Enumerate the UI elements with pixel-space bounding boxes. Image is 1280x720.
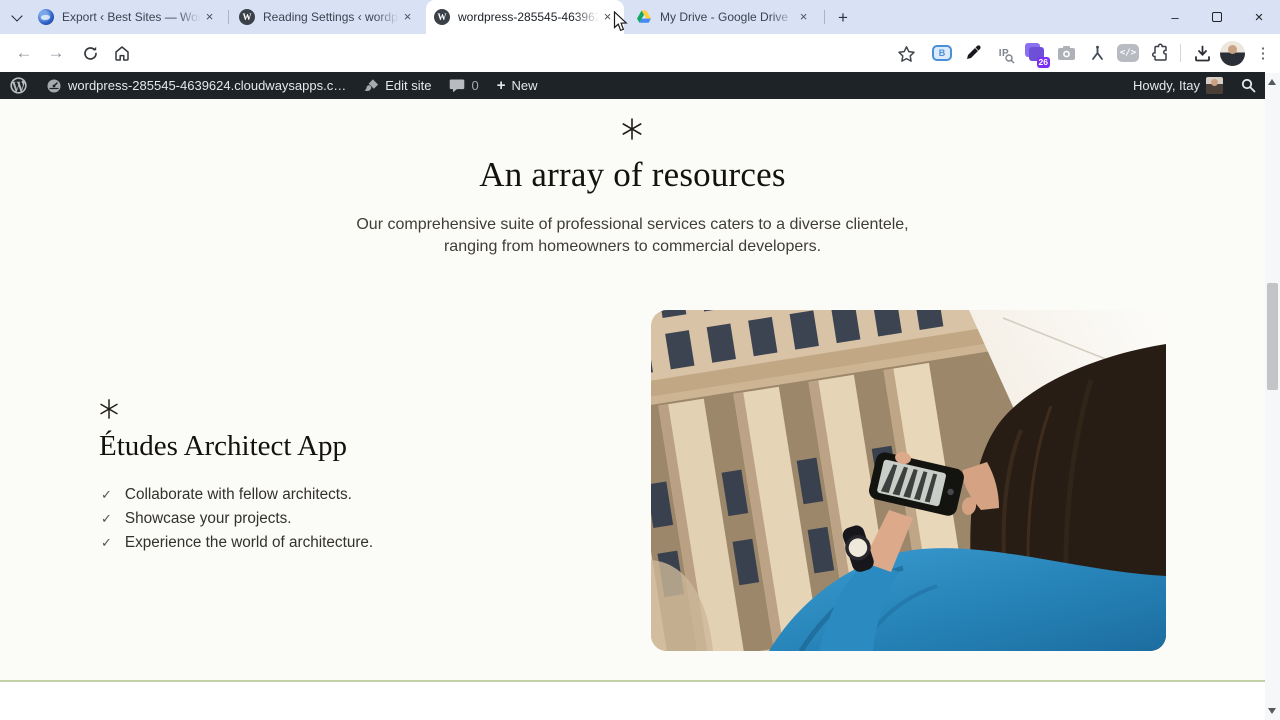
adminbar-comments[interactable]: 0 [440,72,487,99]
chevron-down-icon [11,10,23,22]
adminbar-site-name: wordpress-285545-4639624.cloudwaysapps.c… [68,78,347,93]
extension-camera-icon[interactable] [1053,40,1079,66]
adminbar-search[interactable] [1232,72,1265,99]
puzzle-icon [1151,43,1167,61]
google-drive-favicon-icon [636,9,652,25]
home-icon [115,46,129,61]
wp-admin-bar: wordpress-285545-4639624.cloudwaysapps.c… [0,72,1265,99]
window-maximize-button[interactable] [1196,0,1238,34]
maximize-icon [1212,12,1222,22]
tab-title: Reading Settings ‹ wordpress-2 [263,10,399,24]
home-button[interactable] [108,39,136,67]
scrollbar-thumb[interactable] [1267,283,1278,390]
tab-reading-settings[interactable]: W Reading Settings ‹ wordpress-2 × [231,0,424,34]
comment-count: 0 [471,78,479,93]
section-subtitle: Our comprehensive suite of professional … [356,216,909,255]
close-tab-icon[interactable]: × [201,9,218,26]
check-icon: ✓ [101,487,112,502]
reload-button[interactable] [76,39,104,67]
extension-code-icon[interactable]: </> [1115,40,1141,66]
page-scrollbar[interactable] [1265,73,1280,720]
tab-title: wordpress-285545-4639624.clo [458,10,599,24]
download-icon [1194,45,1210,61]
new-tab-button[interactable]: + [830,5,856,31]
asterisk-decoration-icon [98,398,120,425]
extension-stack-icon[interactable]: 26 [1022,40,1050,68]
wordpress-favicon-icon: W [434,9,450,25]
browser-toolbar: ← → wordpress-285545-4639624.cloudwaysap… [0,34,1280,101]
window-close-button[interactable]: × [1238,0,1280,34]
extensions-row: B IP 26 </> ⋮ [929,39,1276,68]
asterisk-decoration-icon [620,117,644,146]
scrollbar-up-button[interactable] [1268,79,1276,85]
extension-badge: 26 [1036,57,1050,68]
list-item: ✓ Collaborate with fellow architects. [101,486,352,503]
adminbar-edit-site[interactable]: Edit site [355,72,440,99]
back-button[interactable]: ← [10,39,38,67]
extension-tag-icon[interactable]: B [929,40,955,66]
extension-fork-icon[interactable] [1084,40,1110,66]
tab-google-drive[interactable]: My Drive - Google Drive × [628,0,820,34]
adminbar-new-menu[interactable]: + New [488,72,547,99]
plus-icon: + [496,77,506,94]
scrollbar-down-button[interactable] [1268,708,1276,714]
tab-title: My Drive - Google Drive [660,10,789,24]
paintbrush-icon [364,79,379,92]
adminbar-my-account[interactable]: Howdy, Itay [1124,72,1232,99]
star-icon [897,45,915,62]
list-item: ✓ Experience the world of architecture. [101,534,374,551]
site-favicon-globe-icon [38,9,54,25]
reload-icon [83,46,97,60]
howdy-text: Howdy, Itay [1133,78,1200,93]
adminbar-site-menu[interactable]: wordpress-285545-4639624.cloudwaysapps.c… [37,72,355,99]
feature-heading: Études Architect App [99,430,348,462]
feature-photo [651,310,1166,651]
dashboard-gauge-icon [47,79,61,92]
tab-search-button[interactable] [6,5,30,29]
tab-title: Export ‹ Best Sites — WordPres [62,10,201,24]
next-section-background [0,682,1265,720]
adminbar-new-label: New [511,78,538,93]
list-item: ✓ Showcase your projects. [101,510,292,527]
close-tab-icon[interactable]: × [399,9,416,26]
comment-bubble-icon [450,79,465,93]
user-avatar [1206,77,1223,94]
extension-eyedropper-icon[interactable] [960,40,986,66]
forward-button[interactable]: → [42,39,70,67]
wordpress-logo-icon [10,77,27,94]
toolbar-divider [1180,44,1181,62]
tab-separator [228,10,229,24]
check-icon: ✓ [101,535,112,550]
close-tab-icon[interactable]: × [795,9,812,26]
check-icon: ✓ [101,511,112,526]
tab-strip: Export ‹ Best Sites — WordPres × W Readi… [0,0,1280,34]
bookmark-star-button[interactable] [894,42,918,66]
close-tab-icon[interactable]: × [599,9,616,26]
tab-export-best-sites[interactable]: Export ‹ Best Sites — WordPres × [30,0,226,34]
adminbar-edit-site-label: Edit site [385,78,432,93]
wordpress-favicon-icon: W [239,9,255,25]
extension-ip-lookup-icon[interactable]: IP [991,40,1017,66]
profile-avatar[interactable] [1220,40,1245,66]
feature-list: ✓ Collaborate with fellow architects. ✓ Sh… [101,483,373,555]
downloads-button[interactable] [1189,40,1215,66]
architecture-photo-illustration [651,310,1166,651]
tab-separator [824,10,825,24]
search-icon [1241,78,1256,93]
browser-menu-button[interactable]: ⋮ [1250,40,1276,66]
window-minimize-button[interactable]: – [1154,0,1196,34]
window-controls: – × [1154,0,1280,34]
page-content: An array of resources Our comprehensive … [0,99,1265,720]
section-heading: An array of resources [479,155,786,194]
wp-logo-menu[interactable] [0,72,37,99]
tab-wordpress-site-active[interactable]: W wordpress-285545-4639624.clo × [426,0,624,34]
extensions-puzzle-button[interactable] [1146,40,1172,66]
